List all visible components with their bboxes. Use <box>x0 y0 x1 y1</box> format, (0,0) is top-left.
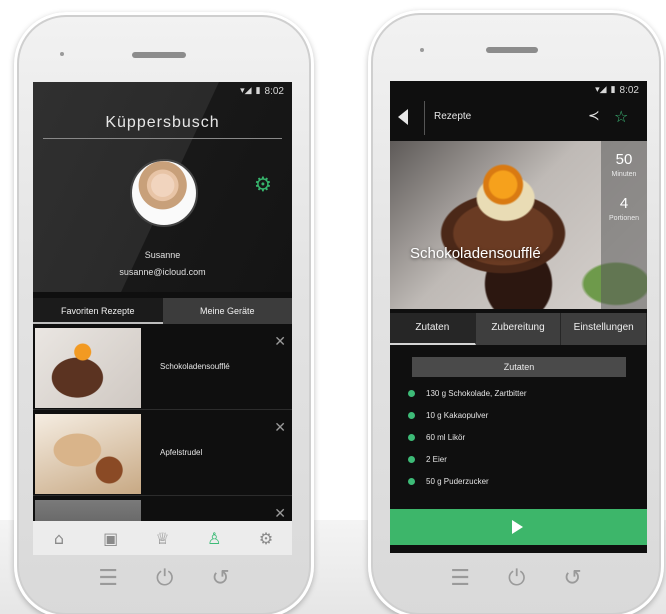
list-item: 10 g Kakaopulver <box>408 411 527 433</box>
ingredient-text: 2 Eier <box>426 455 447 464</box>
user-icon[interactable]: ♙ <box>202 526 226 550</box>
page-title: Rezepte <box>434 111 472 122</box>
ingredients-header: Zutaten <box>412 357 626 377</box>
star-icon[interactable]: ☆ <box>614 107 628 126</box>
favorite-title: Apfelstrudel <box>160 448 203 457</box>
bullet-icon <box>408 478 415 485</box>
tab-einstellungen[interactable]: Einstellungen <box>561 313 647 345</box>
ingredient-text: 50 g Puderzucker <box>426 477 489 486</box>
favorite-item[interactable]: Apfelstrudel ✕ <box>33 412 292 496</box>
close-icon[interactable]: ✕ <box>274 334 286 350</box>
tab-meine-geraete[interactable]: Meine Geräte <box>162 298 292 324</box>
recipe-thumbnail <box>35 328 141 408</box>
bottom-navigation: ⌂ ▣ ♕ ♙ ⚙ <box>33 521 292 555</box>
list-item: 130 g Schokolade, Zartbitter <box>408 389 527 411</box>
mockup-stage: ▾◢ ▮ 8:02 Küppersbusch ⚙ Susanne susanne… <box>0 0 666 614</box>
menu-key-icon[interactable]: ☰ <box>450 568 470 590</box>
gear-icon[interactable]: ⚙ <box>254 174 274 194</box>
tab-favoriten-rezepte[interactable]: Favoriten Rezepte <box>33 298 163 324</box>
earpiece-speaker <box>486 47 538 53</box>
battery-icon: ▮ <box>255 86 261 96</box>
ingredient-text: 10 g Kakaopulver <box>426 411 489 420</box>
brand-divider <box>43 138 282 139</box>
tab-zubereitung[interactable]: Zubereitung <box>475 313 562 345</box>
recipe-screen: ▾◢ ▮ 8:02 Rezepte ≺ ☆ Schokoladensoufflé… <box>390 81 647 553</box>
status-time: 8:02 <box>264 85 284 97</box>
right-phone: ▾◢ ▮ 8:02 Rezepte ≺ ☆ Schokoladensoufflé… <box>368 10 664 614</box>
favorite-item[interactable]: Schokoladensoufflé ✕ <box>33 326 292 410</box>
power-key-icon[interactable]: ⏻ <box>156 568 173 590</box>
back-key-icon[interactable]: ↺ <box>563 568 581 590</box>
start-cooking-button[interactable] <box>390 509 647 545</box>
status-bar: ▾◢ ▮ 8:02 <box>240 82 292 100</box>
play-icon <box>512 520 523 534</box>
recipe-hero-image: Schokoladensoufflé 50 Minuten 4 Portione… <box>390 141 647 309</box>
hardware-keys: ☰ ⏻ ↺ <box>368 568 664 590</box>
back-key-icon[interactable]: ↺ <box>211 568 229 590</box>
list-item: 60 ml Likör <box>408 433 527 455</box>
front-camera <box>60 52 64 56</box>
bullet-icon <box>408 412 415 419</box>
bullet-icon <box>408 456 415 463</box>
close-icon[interactable]: ✕ <box>274 506 286 522</box>
portions-label: Portionen <box>609 215 639 222</box>
minutes-value: 50 <box>615 151 633 168</box>
hardware-keys: ☰ ⏻ ↺ <box>14 568 314 590</box>
ingredient-text: 130 g Schokolade, Zartbitter <box>426 389 527 398</box>
recipe-title: Schokoladensoufflé <box>410 245 541 262</box>
list-item: 50 g Puderzucker <box>408 477 527 499</box>
front-camera <box>420 48 424 52</box>
recipe-thumbnail <box>35 414 141 494</box>
wifi-signal-icon: ▾◢ <box>240 86 252 96</box>
app-bar-divider <box>424 101 425 135</box>
minutes-label: Minuten <box>611 171 637 178</box>
profile-screen: ▾◢ ▮ 8:02 Küppersbusch ⚙ Susanne susanne… <box>33 82 292 555</box>
ingredient-text: 60 ml Likör <box>426 433 466 442</box>
back-arrow-icon[interactable] <box>398 109 408 125</box>
avatar[interactable] <box>130 159 198 227</box>
appliance-icon[interactable]: ▣ <box>99 526 123 550</box>
recipe-tabs: Zutaten Zubereitung Einstellungen <box>390 313 647 345</box>
ingredients-list: 130 g Schokolade, Zartbitter 10 g Kakaop… <box>408 389 527 499</box>
profile-tabs: Favoriten Rezepte Meine Geräte <box>33 298 292 324</box>
list-item: 2 Eier <box>408 455 527 477</box>
app-bar: Rezepte ≺ ☆ <box>390 99 647 137</box>
status-bar: ▾◢ ▮ 8:02 <box>595 81 647 99</box>
favorite-title: Schokoladensoufflé <box>160 362 230 371</box>
bullet-icon <box>408 434 415 441</box>
menu-key-icon[interactable]: ☰ <box>98 568 118 590</box>
profile-name: Susanne <box>144 250 181 260</box>
status-time: 8:02 <box>619 84 639 96</box>
bullet-icon <box>408 390 415 397</box>
wifi-signal-icon: ▾◢ <box>595 85 607 95</box>
share-icon[interactable]: ≺ <box>588 108 600 124</box>
left-phone: ▾◢ ▮ 8:02 Küppersbusch ⚙ Susanne susanne… <box>14 12 314 614</box>
brand-logo: Küppersbusch <box>105 114 220 131</box>
recipe-stats-panel: 50 Minuten 4 Portionen <box>601 141 647 309</box>
settings-gears-icon[interactable]: ⚙ <box>254 526 278 550</box>
earpiece-speaker <box>132 52 186 58</box>
close-icon[interactable]: ✕ <box>274 420 286 436</box>
profile-email: susanne@icloud.com <box>119 267 206 277</box>
portions-value: 4 <box>619 195 629 212</box>
power-key-icon[interactable]: ⏻ <box>508 568 525 590</box>
home-icon[interactable]: ⌂ <box>47 526 71 550</box>
tab-zutaten[interactable]: Zutaten <box>390 313 476 345</box>
chef-hat-icon[interactable]: ♕ <box>150 526 174 550</box>
battery-icon: ▮ <box>610 85 616 95</box>
